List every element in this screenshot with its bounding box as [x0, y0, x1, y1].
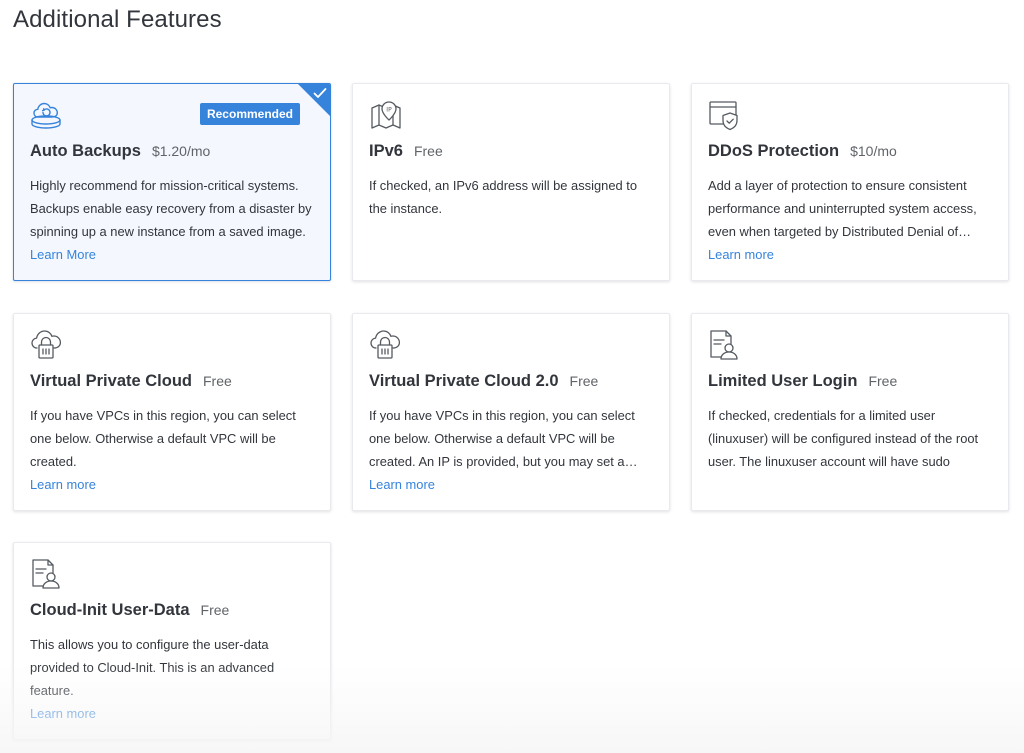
feature-description: If you have VPCs in this region, you can… [369, 408, 635, 469]
feature-price: $10/mo [850, 143, 897, 159]
feature-name: Virtual Private Cloud [30, 372, 192, 390]
feature-card-auto-backups[interactable]: Recommended Auto Backups $1.20/mo Highly… [13, 83, 331, 281]
recommended-badge: Recommended [199, 103, 300, 125]
feature-card-ddos-protection[interactable]: DDoS Protection $10/mo Add a layer of pr… [691, 83, 1009, 281]
cloud-backup-icon [30, 98, 64, 132]
feature-description: If checked, an IPv6 address will be assi… [369, 178, 637, 216]
learn-more-link[interactable]: Learn more [708, 243, 774, 266]
feature-price: Free [413, 143, 443, 159]
feature-name: DDoS Protection [708, 142, 840, 160]
learn-more-link[interactable]: Learn more [369, 473, 435, 496]
ip-location-icon: IP [369, 98, 403, 132]
feature-name: Cloud-Init User-Data [30, 601, 190, 619]
feature-card-virtual-private-cloud[interactable]: Virtual Private Cloud Free If you have V… [13, 313, 331, 511]
feature-name: Limited User Login [708, 372, 858, 390]
feature-name: IPv6 [369, 142, 403, 160]
feature-description: Highly recommend for mission-critical sy… [30, 178, 312, 239]
page-title: Additional Features [13, 6, 222, 33]
feature-name: Virtual Private Cloud 2.0 [369, 372, 559, 390]
feature-card-limited-user-login[interactable]: Limited User Login Free If checked, cred… [691, 313, 1009, 511]
cloud-lock-icon [30, 328, 64, 362]
check-icon [313, 86, 327, 98]
learn-more-link[interactable]: Learn More [30, 243, 96, 266]
feature-description: If you have VPCs in this region, you can… [30, 408, 296, 469]
cloud-lock-icon [369, 328, 403, 362]
user-document-icon [708, 328, 742, 362]
learn-more-link[interactable]: Learn more [30, 702, 96, 725]
shield-window-icon [708, 98, 742, 132]
feature-price: Free [200, 602, 230, 618]
feature-price: $1.20/mo [151, 143, 211, 159]
feature-description: If checked, credentials for a limited us… [708, 408, 979, 469]
feature-card-ipv6[interactable]: IP IPv6 Free If checked, an IPv6 address… [352, 83, 670, 281]
feature-price: Free [868, 373, 898, 389]
feature-card-cloud-init-user-data[interactable]: Cloud-Init User-Data Free This allows yo… [13, 542, 331, 740]
feature-price: Free [569, 373, 599, 389]
feature-description: Add a layer of protection to ensure cons… [708, 178, 977, 239]
feature-description: This allows you to configure the user-da… [30, 637, 275, 698]
feature-card-virtual-private-cloud-2[interactable]: Virtual Private Cloud 2.0 Free If you ha… [352, 313, 670, 511]
learn-more-link[interactable]: Learn more [30, 473, 96, 496]
svg-text:IP: IP [386, 107, 392, 114]
user-document-icon [30, 557, 64, 591]
feature-name: Auto Backups [30, 142, 141, 160]
feature-price: Free [203, 373, 232, 389]
